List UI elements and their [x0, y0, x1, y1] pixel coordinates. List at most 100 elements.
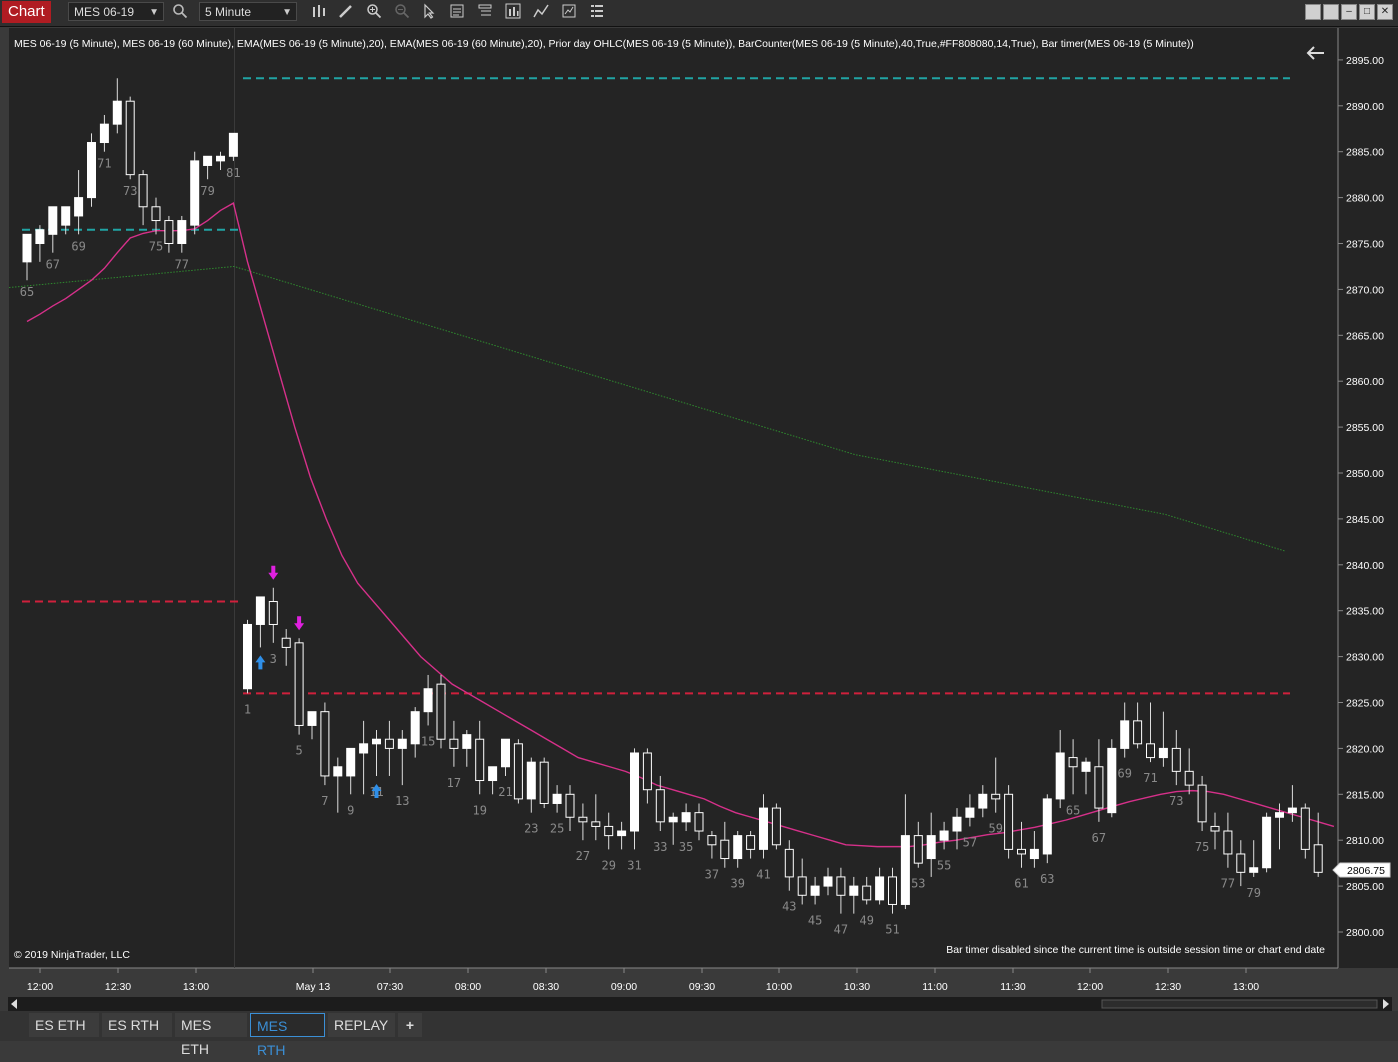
bar-counter-label: 71	[97, 157, 111, 171]
chart-menu-button[interactable]: Chart	[2, 1, 51, 23]
time-tick-label: May 13	[296, 981, 331, 993]
bar-counter-label: 69	[1117, 767, 1131, 781]
session-candle	[771, 803, 781, 850]
price-tick-label: 2840.00	[1346, 560, 1384, 572]
time-tick-label: 13:00	[183, 981, 209, 993]
bar-counter-label: 21	[498, 785, 512, 799]
properties-icon[interactable]	[588, 3, 606, 21]
session-candle	[1042, 794, 1052, 864]
price-chart[interactable]: 6567697173757779811357911131517192123252…	[0, 27, 1398, 997]
chevron-down-icon: ▼	[149, 7, 159, 18]
bar-type-svg	[313, 5, 325, 17]
chart-trader-icon[interactable]	[504, 3, 522, 21]
strategies-icon[interactable]	[476, 3, 494, 21]
prev-candle	[87, 133, 96, 207]
tab-es-rth[interactable]: ES RTH	[102, 1013, 172, 1037]
tab-mes-eth[interactable]: MES ETH	[175, 1013, 247, 1057]
pencil-svg	[339, 5, 352, 18]
time-tick-label: 09:30	[689, 981, 715, 993]
bar-counter-label: 41	[756, 868, 770, 882]
time-tick-label: 10:30	[844, 981, 870, 993]
bar-counter-label: 31	[627, 858, 641, 872]
indicators-icon[interactable]	[532, 3, 550, 21]
price-tick-label: 2850.00	[1346, 468, 1384, 480]
price-tick-label: 2895.00	[1346, 55, 1384, 67]
time-tick-label: 09:00	[611, 981, 637, 993]
bar-counter-label: 5	[295, 744, 302, 758]
prev-candle	[228, 132, 238, 161]
chart-trader-svg	[505, 3, 521, 19]
price-tick-label: 2810.00	[1346, 835, 1384, 847]
search-icon-svg	[173, 4, 188, 19]
horizontal-scrollbar[interactable]	[8, 997, 1392, 1011]
scrollbar-svg	[11, 999, 1389, 1009]
bar-counter-label: 57	[963, 835, 977, 849]
price-tick-label: 2815.00	[1346, 789, 1384, 801]
chart-title: MES 06-19 (5 Minute), MES 06-19 (60 Minu…	[14, 38, 1194, 50]
bar-counter-label: 9	[347, 803, 354, 817]
bar-counter-label: 7	[321, 794, 328, 808]
price-axis-background	[1338, 28, 1398, 968]
close-button[interactable]: ✕	[1377, 4, 1393, 20]
bar-counter-label: 3	[270, 652, 277, 666]
price-tick-label: 2820.00	[1346, 743, 1384, 755]
bar-counter-label: 75	[149, 239, 163, 253]
session-candle	[1004, 785, 1014, 859]
price-tick-label: 2890.00	[1346, 101, 1384, 113]
pointer-icon[interactable]	[420, 3, 438, 21]
tab-mes-rth[interactable]: MES RTH	[250, 1013, 325, 1058]
bar-counter-label: 59	[988, 822, 1002, 836]
maximize-button[interactable]: □	[1359, 4, 1375, 20]
price-tick-label: 2855.00	[1346, 422, 1384, 434]
time-axis-ticks: 12:00 12:30 13:00 May 13 07:30 08:00 08:30 09:0…	[27, 968, 1259, 993]
templates-svg	[562, 4, 576, 18]
chevron-down-icon: ▼	[282, 7, 292, 18]
zoom-out-icon[interactable]	[393, 3, 411, 21]
bar-counter-label: 61	[1014, 877, 1028, 891]
instrument-selector[interactable]: MES 06-19 ▼	[68, 2, 164, 21]
bar-counter-label: 73	[1169, 794, 1183, 808]
bar-counter-label: 19	[472, 803, 486, 817]
properties-svg	[591, 5, 603, 17]
templates-icon[interactable]	[560, 3, 578, 21]
prev-candle	[190, 151, 200, 235]
price-tick-label: 2845.00	[1346, 514, 1384, 526]
price-tick-label: 2825.00	[1346, 698, 1384, 710]
bar-counter-label: 23	[524, 822, 538, 836]
bar-counter-label: 65	[20, 285, 34, 299]
data-box-icon[interactable]	[448, 3, 466, 21]
session-candle	[1107, 739, 1117, 818]
bar-counter-label: 71	[1143, 771, 1157, 785]
interval-selector[interactable]: 5 Minute ▼	[199, 2, 297, 21]
bar-counter-label: 33	[653, 840, 667, 854]
zoom-in-icon[interactable]	[365, 3, 383, 21]
interval-label: 5 Minute	[205, 5, 252, 19]
session-candle	[513, 739, 523, 804]
time-tick-label: 08:30	[533, 981, 559, 993]
time-tick-label: 07:30	[377, 981, 403, 993]
copyright-text: © 2019 NinjaTrader, LLC	[14, 949, 130, 961]
time-tick-label: 12:30	[1155, 981, 1181, 993]
session-candle	[243, 619, 252, 694]
bar-counter-label: 53	[911, 877, 925, 891]
current-price-marker: 2806.75	[1332, 862, 1391, 878]
add-tab-button[interactable]: +	[398, 1013, 422, 1037]
time-tick-label: 12:00	[1077, 981, 1103, 993]
bar-counter-label: 79	[1246, 886, 1260, 900]
tab-replay[interactable]: REPLAY	[328, 1013, 395, 1037]
bar-counter-label: 55	[937, 858, 951, 872]
drawing-tool-icon[interactable]	[337, 3, 355, 21]
time-tick-label: 12:30	[105, 981, 131, 993]
price-tick-label: 2885.00	[1346, 147, 1384, 159]
bar-counter-label: 37	[705, 868, 719, 882]
prev-candle	[125, 96, 135, 180]
minimize-button[interactable]: –	[1341, 4, 1357, 20]
bar-type-icon[interactable]	[310, 3, 328, 21]
time-tick-label: 12:00	[27, 981, 53, 993]
window-button-2[interactable]	[1323, 4, 1339, 20]
search-icon[interactable]	[171, 3, 189, 21]
tab-es-eth[interactable]: ES ETH	[29, 1013, 99, 1037]
window-button-1[interactable]	[1305, 4, 1321, 20]
chart-tabs-bar: ES ETH ES RTH MES ETH MES RTH REPLAY +	[0, 1011, 1398, 1058]
bar-counter-label: 75	[1195, 840, 1209, 854]
